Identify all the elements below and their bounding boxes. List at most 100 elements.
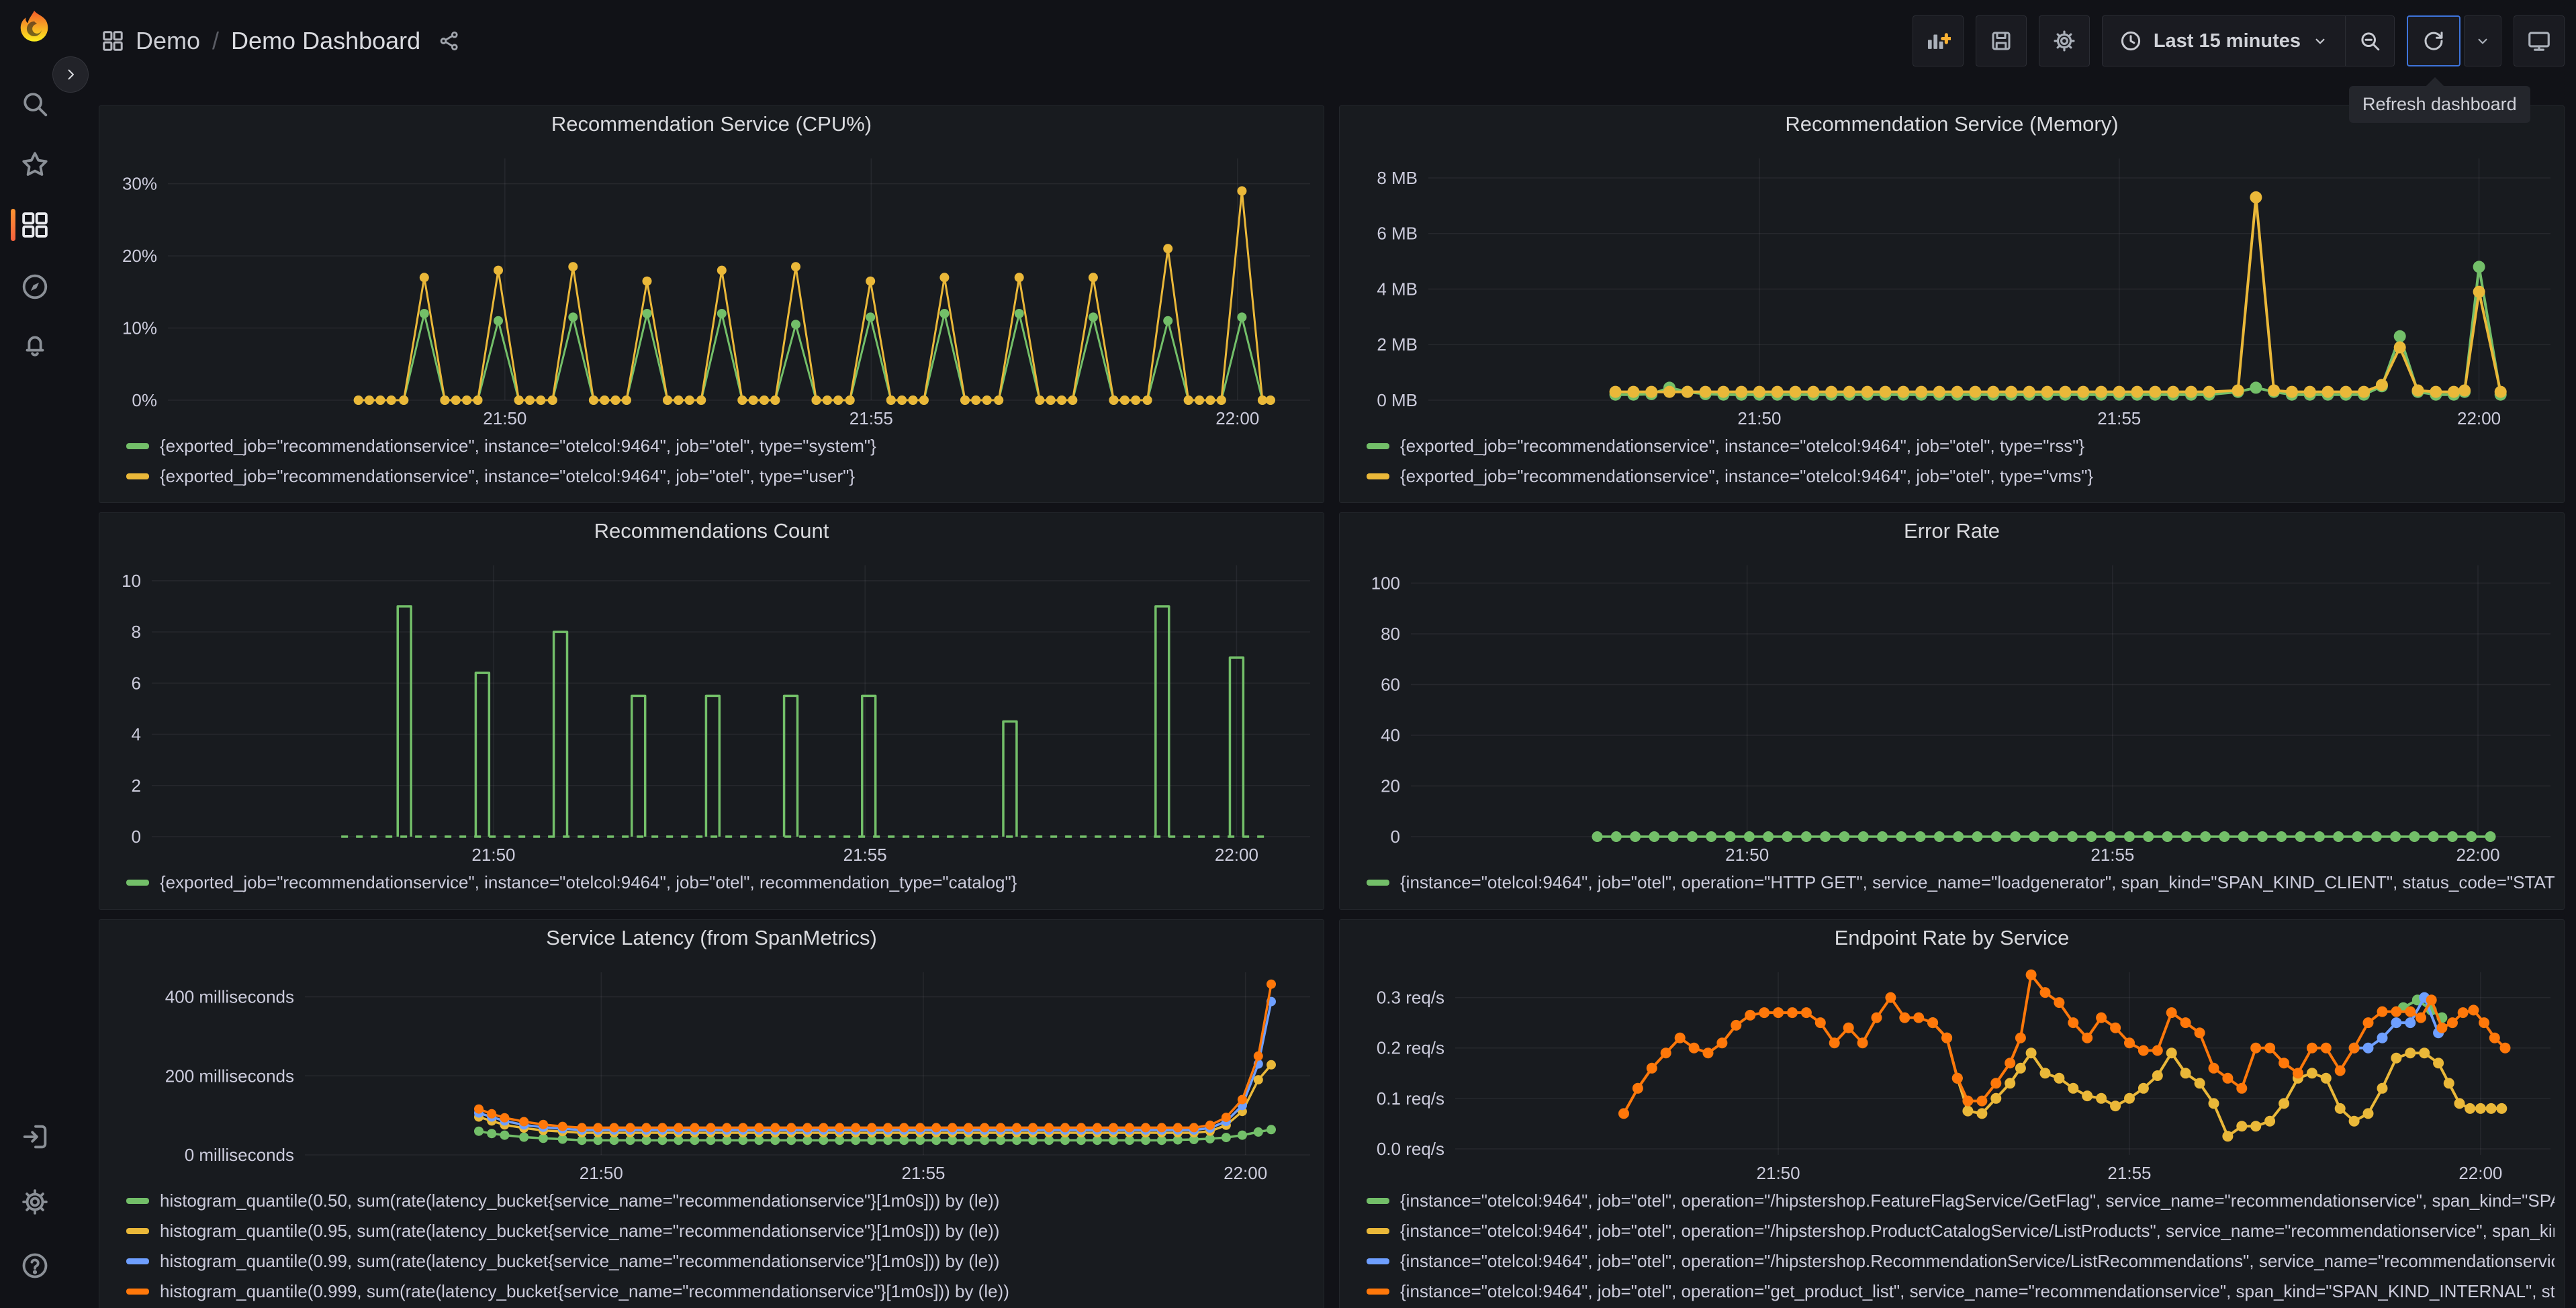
legend-item[interactable]: histogram_quantile(0.99, sum(rate(latenc…	[126, 1246, 1314, 1276]
grafana-app: Demo / Demo Dashboard Last 15 minutes Re…	[0, 0, 2576, 1308]
refresh-dashboard-button[interactable]	[2407, 15, 2460, 66]
breadcrumb-separator: /	[212, 27, 220, 54]
legend-item[interactable]: {exported_job="recommendationservice", i…	[126, 431, 1314, 461]
legend-item[interactable]: {exported_job="recommendationservice", i…	[1367, 461, 2555, 492]
sidebar-item-compass[interactable]	[19, 271, 50, 302]
legend-label: histogram_quantile(0.999, sum(rate(laten…	[160, 1281, 1009, 1301]
share-icon[interactable]	[438, 30, 461, 52]
clock-icon	[2119, 29, 2143, 53]
chevron-down-icon	[2474, 32, 2491, 50]
panel-title[interactable]: Error Rate	[1349, 513, 2555, 548]
refresh-tooltip: Refresh dashboard	[2349, 77, 2530, 123]
sidebar-item-help[interactable]	[19, 1250, 50, 1281]
zoom-out-icon	[2358, 29, 2382, 53]
chart-recommendation-service-cpu[interactable]: 0% 10% 20% 30% 21:50 21:55 22:00	[109, 141, 1314, 430]
dashboard-toolbar: Last 15 minutes	[1912, 15, 2565, 66]
y-tick-label: 0.3 req/s	[1377, 988, 1444, 1008]
refresh-interval-dropdown[interactable]	[2464, 15, 2501, 66]
panel-title[interactable]: Service Latency (from SpanMetrics)	[109, 920, 1314, 955]
save-dashboard-button[interactable]	[1975, 15, 2027, 66]
sidebar-item-bell[interactable]	[19, 329, 50, 360]
legend-item[interactable]: {instance="otelcol:9464", job="otel", op…	[1367, 1186, 2555, 1216]
legend-item[interactable]: {instance="otelcol:9464", job="otel", op…	[1367, 868, 2555, 898]
panel-endpoint-rate-by-service[interactable]: Endpoint Rate by Service 0.0 req/s 0.1 req…	[1339, 919, 2565, 1308]
sidebar-item-gear[interactable]	[19, 1186, 50, 1217]
legend-label: {instance="otelcol:9464", job="otel", op…	[1400, 1221, 2555, 1241]
y-tick-label: 20%	[122, 246, 157, 266]
time-range-button[interactable]: Last 15 minutes	[2103, 16, 2345, 66]
breadcrumb-page-title[interactable]: Demo Dashboard	[231, 27, 420, 55]
legend-swatch	[126, 1228, 149, 1234]
refresh-group	[2407, 15, 2501, 66]
legend-swatch	[126, 443, 149, 449]
panel-legend: {instance="otelcol:9464", job="otel", op…	[1367, 1186, 2555, 1307]
y-tick-label: 60	[1381, 674, 1400, 694]
y-tick-label: 80	[1381, 624, 1400, 644]
legend-item[interactable]: {instance="otelcol:9464", job="otel", op…	[1367, 1276, 2555, 1307]
dashboard-settings-button[interactable]	[2038, 15, 2090, 66]
cycle-view-mode-button[interactable]	[2514, 15, 2565, 66]
legend-item[interactable]: {instance="otelcol:9464", job="otel", op…	[1367, 1246, 2555, 1276]
panel-title[interactable]: Recommendation Service (CPU%)	[109, 106, 1314, 141]
legend-label: {exported_job="recommendationservice", i…	[1400, 466, 2094, 486]
y-tick-label: 4 MB	[1377, 279, 1418, 299]
add-panel-button[interactable]	[1912, 15, 1964, 66]
legend-item[interactable]: {exported_job="recommendationservice", i…	[126, 461, 1314, 492]
panel-recommendation-service-memory[interactable]: Recommendation Service (Memory) 0 MB 2 MB 4…	[1339, 105, 2565, 503]
top-bar: Demo / Demo Dashboard Last 15 minutes Re…	[0, 0, 2576, 123]
panel-service-latency-from-spanmetrics[interactable]: Service Latency (from SpanMetrics) 0 mill…	[99, 919, 1324, 1308]
gear-icon	[2052, 28, 2077, 54]
nav-sidebar	[0, 0, 89, 1308]
panel-recommendations-count[interactable]: Recommendations Count 0 2 4 6 8 10 21:50 21:55 22…	[99, 512, 1324, 910]
panel-title[interactable]: Recommendations Count	[109, 513, 1314, 548]
time-zoom-out-button[interactable]	[2345, 16, 2394, 66]
x-tick-label: 22:00	[1224, 1163, 1267, 1183]
legend-label: histogram_quantile(0.99, sum(rate(latenc…	[160, 1251, 1000, 1271]
chart-recommendation-service-memory[interactable]: 0 MB 2 MB 4 MB 6 MB 8 MB 21:50 21:55 22:00	[1349, 141, 2555, 430]
sidebar-item-apps[interactable]	[19, 209, 50, 240]
expand-sidebar-button[interactable]	[52, 56, 89, 93]
legend-swatch	[126, 1289, 149, 1295]
legend-item[interactable]: {exported_job="recommendationservice", i…	[126, 868, 1314, 898]
y-tick-label: 400 milliseconds	[165, 987, 294, 1007]
y-tick-label: 0	[132, 827, 141, 847]
legend-item[interactable]: {exported_job="recommendationservice", i…	[1367, 431, 2555, 461]
y-tick-label: 4	[132, 725, 141, 745]
x-tick-label: 22:00	[1215, 408, 1259, 428]
sidebar-item-star[interactable]	[19, 149, 50, 180]
chart-error-rate[interactable]: 0 20 40 60 80 100 21:50 21:55 22:00	[1349, 548, 2555, 866]
save-icon	[1989, 29, 2013, 53]
chart-endpoint-rate-by-service[interactable]: 0.0 req/s 0.1 req/s 0.2 req/s 0.3 req/s 21:5…	[1349, 955, 2555, 1184]
chart-recommendations-count[interactable]: 0 2 4 6 8 10 21:50 21:55 22:00	[109, 548, 1314, 866]
x-tick-label: 21:55	[849, 408, 893, 428]
panel-recommendation-service-cpu[interactable]: Recommendation Service (CPU%) 0% 10% 20% 30%…	[99, 105, 1324, 503]
tooltip-arrow	[2425, 77, 2445, 97]
x-tick-label: 21:50	[1737, 408, 1781, 428]
dashboards-grid-icon	[101, 29, 125, 53]
breadcrumb-section[interactable]: Demo	[136, 27, 200, 55]
sidebar-item-search[interactable]	[19, 89, 50, 120]
panel-legend: {exported_job="recommendationservice", i…	[126, 431, 1314, 492]
x-tick-label: 21:55	[2097, 408, 2141, 428]
x-tick-label: 22:00	[2457, 408, 2501, 428]
y-tick-label: 0.1 req/s	[1377, 1088, 1444, 1109]
y-tick-label: 6	[132, 673, 141, 693]
panel-legend: histogram_quantile(0.50, sum(rate(latenc…	[126, 1186, 1314, 1307]
legend-item[interactable]: histogram_quantile(0.999, sum(rate(laten…	[126, 1276, 1314, 1307]
legend-swatch	[1367, 1258, 1389, 1264]
grafana-logo[interactable]	[15, 8, 54, 47]
legend-swatch	[1367, 1228, 1389, 1234]
x-tick-label: 21:50	[471, 845, 515, 865]
legend-item[interactable]: histogram_quantile(0.95, sum(rate(latenc…	[126, 1216, 1314, 1246]
legend-label: {instance="otelcol:9464", job="otel", op…	[1400, 1251, 2555, 1271]
sidebar-item-signin[interactable]	[19, 1121, 50, 1152]
chart-service-latency-from-spanmetrics[interactable]: 0 milliseconds 200 milliseconds 400 millis…	[109, 955, 1314, 1184]
breadcrumb: Demo / Demo Dashboard	[101, 0, 461, 82]
legend-label: {instance="otelcol:9464", job="otel", op…	[1400, 1281, 2555, 1301]
chevron-right-icon	[62, 66, 79, 83]
panel-title[interactable]: Endpoint Rate by Service	[1349, 920, 2555, 955]
time-range-label: Last 15 minutes	[2153, 30, 2301, 52]
panel-error-rate[interactable]: Error Rate 0 20 40 60 80 100 21:50 21:55 22:00 {in…	[1339, 512, 2565, 910]
legend-item[interactable]: histogram_quantile(0.50, sum(rate(latenc…	[126, 1186, 1314, 1216]
legend-item[interactable]: {instance="otelcol:9464", job="otel", op…	[1367, 1216, 2555, 1246]
